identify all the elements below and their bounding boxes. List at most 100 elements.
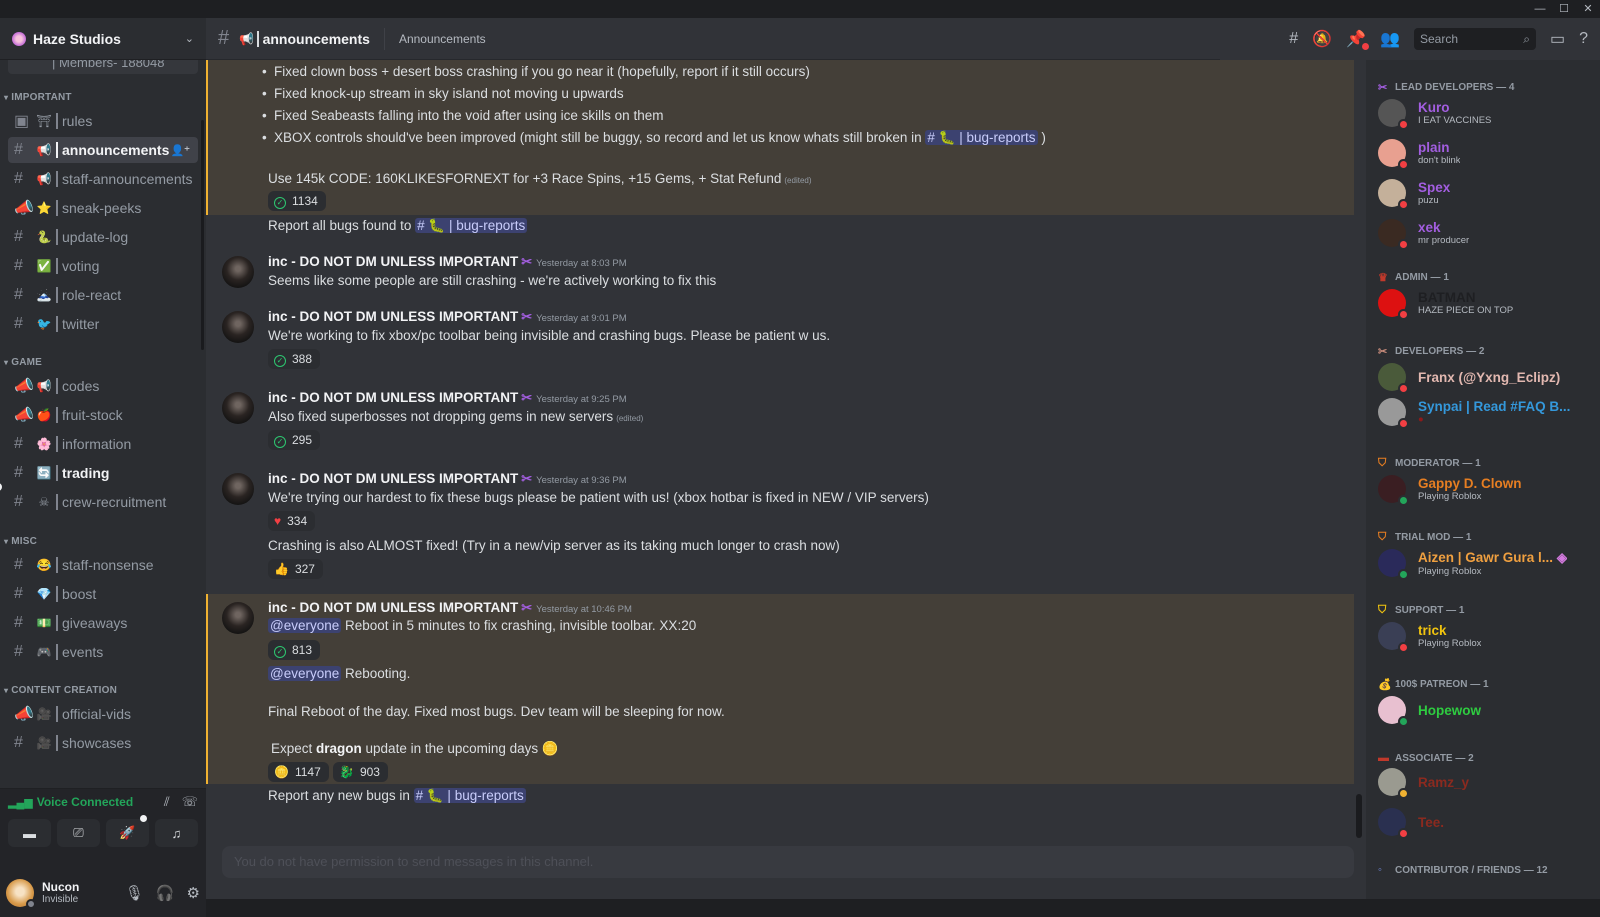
channel-announcements[interactable]: # 📢 announcements 👤⁺: [8, 137, 198, 163]
activities-button[interactable]: 🚀: [106, 815, 149, 847]
search-input[interactable]: Search ⌕: [1413, 28, 1536, 50]
channel-update-log[interactable]: # 🐍 update-log: [8, 224, 198, 250]
channel-events[interactable]: # 🎮 events: [8, 639, 198, 665]
channel-codes[interactable]: 📣 📢 codes: [8, 373, 198, 399]
member-list-icon[interactable]: 👥: [1380, 29, 1400, 49]
channel-official-vids[interactable]: 📣 🎥 official-vids: [8, 701, 198, 727]
reaction-check[interactable]: ✓ 1134: [268, 191, 326, 211]
channel-header: # 📢 announcements Announcements: [206, 18, 1366, 60]
signal-icon: ▂▄▆: [8, 796, 33, 809]
channel-showcases[interactable]: # 🎥 showcases: [8, 730, 198, 756]
channel-role-react[interactable]: # 🗻 role-react: [8, 282, 198, 308]
member-avatar: [1378, 398, 1409, 429]
screen-share-button[interactable]: ⎚: [57, 819, 100, 847]
pinned-messages-icon[interactable]: 📌: [1346, 29, 1370, 50]
channel-crew-recruitment[interactable]: # ☠ crew-recruitment: [8, 489, 198, 515]
everyone-mention[interactable]: @everyone: [268, 618, 342, 633]
member-item[interactable]: Tee.: [1378, 803, 1590, 841]
channel-staff-nonsense[interactable]: # 😂 staff-nonsense: [8, 552, 198, 578]
channel-mention-bug-reports[interactable]: # 🐛 | bug-reports: [925, 130, 1038, 145]
everyone-mention[interactable]: @everyone: [268, 666, 342, 681]
member-avatar: [1378, 99, 1409, 130]
channel-members-count[interactable]: | Members- 188048: [8, 60, 198, 74]
reaction-heart[interactable]: ♥ 334: [268, 511, 316, 531]
member-item[interactable]: plain don't blink: [1378, 134, 1590, 172]
member-list: ✂ LEAD DEVELOPERS — 4 Kuro I EAT VACCINES …: [1366, 60, 1600, 899]
category-important[interactable]: ▾ IMPORTANT: [4, 92, 72, 103]
role-group-patreon: 💰 100$ PATREON — 1: [1378, 679, 1489, 691]
channel-giveaways[interactable]: # 💵 giveaways: [8, 610, 198, 636]
hash-icon: #: [14, 286, 23, 303]
author-name[interactable]: inc - DO NOT DM UNLESS IMPORTANT: [268, 600, 518, 615]
role-group-lead-developers: ✂ LEAD DEVELOPERS — 4: [1378, 82, 1515, 94]
author-avatar[interactable]: [222, 602, 254, 634]
close-icon[interactable]: ✕: [1576, 2, 1600, 16]
inbox-icon[interactable]: ▭: [1550, 29, 1565, 49]
author-name[interactable]: inc - DO NOT DM UNLESS IMPORTANT: [268, 309, 518, 324]
member-item[interactable]: Franx (@Yxng_Eclipz): [1378, 358, 1590, 396]
user-name: Nucon: [42, 880, 80, 894]
channel-sneak-peeks[interactable]: 📣 ⭐ sneak-peeks: [8, 195, 198, 221]
reaction-thumbs-up[interactable]: 👍 327: [268, 559, 323, 579]
member-item[interactable]: BATMAN HAZE PIECE ON TOP: [1378, 284, 1590, 322]
author-avatar[interactable]: [222, 473, 254, 505]
chat-scrollbar[interactable]: [1356, 794, 1362, 838]
disconnect-icon[interactable]: ☏: [182, 794, 198, 810]
nitro-boost-icon: ◈: [1556, 549, 1568, 565]
member-item[interactable]: Hopewow: [1378, 691, 1590, 729]
reaction-dragon[interactable]: 🐉 903: [333, 762, 388, 782]
channel-fruit-stock[interactable]: 📣 🍎 fruit-stock: [8, 402, 198, 428]
channel-trading[interactable]: # 🔄 trading: [8, 460, 198, 486]
reaction-check[interactable]: ✓ 295: [268, 430, 321, 450]
server-header[interactable]: Haze Studios ⌄: [0, 18, 206, 60]
member-item[interactable]: Kuro I EAT VACCINES: [1378, 94, 1590, 132]
channel-mention-bug-reports[interactable]: # 🐛 | bug-reports: [413, 788, 526, 803]
category-content-creation[interactable]: ▾ CONTENT CREATION: [4, 685, 117, 696]
voice-status[interactable]: Voice Connected: [37, 795, 152, 809]
invite-icon[interactable]: 👤⁺: [170, 144, 190, 157]
channel-voting[interactable]: # ✅ voting: [8, 253, 198, 279]
noise-suppression-icon[interactable]: ⫽: [164, 794, 170, 810]
timestamp[interactable]: Yesterday at 10:46 PM: [536, 604, 632, 615]
channel-mention-bug-reports[interactable]: # 🐛 | bug-reports: [415, 218, 528, 233]
member-item[interactable]: Gappy D. Clown Playing Roblox: [1378, 470, 1590, 508]
channel-staff-announcements[interactable]: # 📢 staff-announcements: [8, 166, 198, 192]
member-item[interactable]: Ramz_y: [1378, 763, 1590, 801]
author-avatar[interactable]: [222, 311, 254, 343]
maximize-icon[interactable]: ☐: [1552, 2, 1576, 16]
author-name[interactable]: inc - DO NOT DM UNLESS IMPORTANT: [268, 471, 518, 486]
category-misc[interactable]: ▾ MISC: [4, 536, 37, 547]
member-item[interactable]: Aizen | Gawr Gura l... ◈ Playing Roblox: [1378, 544, 1590, 582]
threads-icon[interactable]: #: [1289, 30, 1298, 48]
channel-topic[interactable]: Announcements: [399, 32, 486, 46]
reaction-gold[interactable]: 🪙 1147: [268, 762, 329, 782]
channel-rules[interactable]: ▣ ⛩ rules: [8, 108, 198, 134]
author-avatar[interactable]: [222, 256, 254, 288]
help-icon[interactable]: ?: [1579, 30, 1588, 48]
reaction-check[interactable]: ✓ 813: [268, 640, 321, 660]
reaction-check[interactable]: ✓ 388: [268, 349, 321, 369]
camera-button[interactable]: ▬: [8, 819, 51, 847]
timestamp[interactable]: Yesterday at 9:01 PM: [536, 313, 626, 324]
author-avatar[interactable]: [222, 392, 254, 424]
user-avatar[interactable]: [6, 878, 36, 909]
member-item[interactable]: Spex puzu: [1378, 174, 1590, 212]
channel-boost[interactable]: # 💎 boost: [8, 581, 198, 607]
mute-notifications-icon[interactable]: 🔕: [1312, 29, 1332, 49]
timestamp[interactable]: Yesterday at 8:03 PM: [536, 258, 626, 269]
category-game[interactable]: ▾ GAME: [4, 357, 42, 368]
member-item[interactable]: Synpai | Read #FAQ B... ●: [1378, 393, 1590, 431]
chevron-down-icon[interactable]: ⌄: [185, 32, 194, 45]
timestamp[interactable]: Yesterday at 9:36 PM: [536, 475, 626, 486]
rocket-icon: 🚀: [119, 825, 136, 840]
member-item[interactable]: xek mr producer: [1378, 214, 1590, 252]
minimize-icon[interactable]: —: [1528, 2, 1552, 16]
timestamp[interactable]: Yesterday at 9:25 PM: [536, 394, 626, 405]
author-name[interactable]: inc - DO NOT DM UNLESS IMPORTANT: [268, 390, 518, 405]
member-item[interactable]: trick Playing Roblox: [1378, 617, 1590, 655]
soundboard-button[interactable]: ♫: [155, 819, 198, 847]
channel-twitter[interactable]: # 🐦 twitter: [8, 311, 198, 337]
channel-information[interactable]: # 🌸 information: [8, 431, 198, 457]
sidebar-scrollbar[interactable]: [201, 120, 204, 350]
author-name[interactable]: inc - DO NOT DM UNLESS IMPORTANT: [268, 254, 518, 269]
